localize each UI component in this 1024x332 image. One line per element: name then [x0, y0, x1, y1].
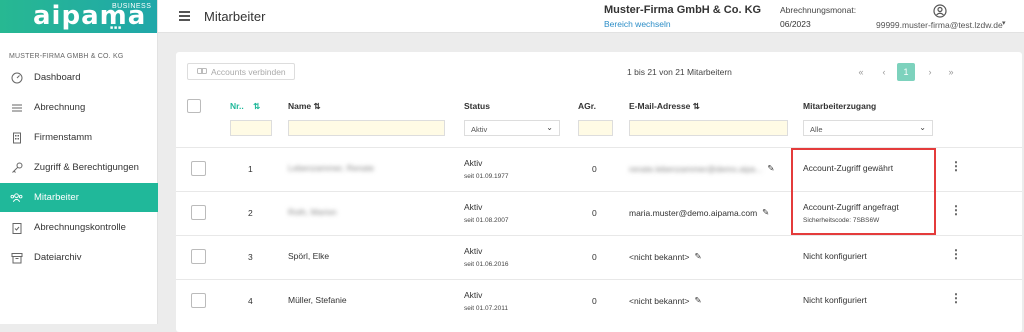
employee-table-card: Accounts verbinden 1 bis 21 von 21 Mitar…	[176, 52, 1022, 332]
sidebar-item-label: Firmenstamm	[34, 132, 93, 143]
company-name: MUSTER-FIRMA GMBH & CO. KG	[9, 53, 124, 60]
sidebar-item-label: Dateiarchiv	[34, 252, 82, 263]
user-email[interactable]: 99999.muster-firma@test.lzdw.de	[876, 20, 1003, 30]
row-agr: 0	[592, 252, 597, 262]
row-status-since: seit 01.06.2016	[464, 261, 509, 268]
building-icon	[10, 131, 23, 144]
filter-email-input[interactable]	[629, 120, 788, 136]
row-email: renate.lebenzammer@demo.aipa... ✎	[629, 163, 775, 174]
key-icon	[10, 161, 23, 174]
billing-month-label: Abrechnungsmonat:	[780, 5, 857, 15]
row-number: 1	[248, 164, 253, 174]
logo[interactable]: aipama BUSINESS ■■■	[0, 0, 157, 33]
list-icon	[10, 101, 23, 114]
filter-agr-input[interactable]	[578, 120, 613, 136]
switch-area-link[interactable]: Bereich wechseln	[604, 19, 671, 29]
logo-dots: ■■■	[110, 25, 123, 31]
filter-nr-input[interactable]	[230, 120, 272, 136]
chevron-down-icon[interactable]: ▾	[1002, 19, 1006, 27]
clipboard-check-icon	[10, 221, 23, 234]
first-page-button[interactable]: «	[852, 63, 870, 81]
select-all-checkbox[interactable]	[187, 99, 201, 113]
sidebar-item-label: Abrechnung	[34, 102, 86, 113]
row-status: Aktiv	[464, 158, 483, 168]
row-agr: 0	[592, 296, 597, 306]
row-checkbox[interactable]	[191, 249, 206, 264]
archive-icon	[10, 251, 23, 264]
row-menu-icon[interactable]: ⋮	[950, 204, 962, 216]
row-access: Nicht konfiguriert	[803, 295, 867, 305]
sidebar-item-firmenstamm[interactable]: Firmenstamm	[0, 123, 158, 152]
table-row[interactable]: 3 Spörl, Elke Aktiv seit 01.06.2016 0 <n…	[176, 235, 1022, 279]
sidebar-item-abrechnung[interactable]: Abrechnung	[0, 93, 158, 122]
billing-month-value: 06/2023	[780, 19, 811, 29]
filter-status-select[interactable]: Aktiv ⌄	[464, 120, 560, 136]
table-row[interactable]: 4 Müller, Stefanie Aktiv seit 01.07.2011…	[176, 279, 1022, 323]
row-access: Nicht konfiguriert	[803, 251, 867, 261]
row-status-since: seit 01.08.2007	[464, 217, 509, 224]
row-name: Müller, Stefanie	[288, 295, 347, 305]
row-status: Aktiv	[464, 202, 483, 212]
row-agr: 0	[592, 164, 597, 174]
row-email: maria.muster@demo.aipama.com ✎	[629, 207, 770, 218]
row-email: <nicht bekannt> ✎	[629, 251, 702, 262]
row-number: 3	[248, 252, 253, 262]
row-name: Roth, Marion	[288, 207, 337, 217]
pencil-icon[interactable]: ✎	[762, 207, 769, 218]
connect-accounts-label: Accounts verbinden	[211, 66, 286, 77]
row-agr: 0	[592, 208, 597, 218]
sidebar-item-label: Abrechnungskontrolle	[34, 222, 126, 233]
row-status-since: seit 01.07.2011	[464, 305, 508, 312]
top-header: Mitarbeiter Muster-Firma GmbH & Co. KG B…	[158, 0, 1024, 33]
next-page-button[interactable]: ›	[921, 63, 939, 81]
sidebar-item-abrechnungskontrolle[interactable]: Abrechnungskontrolle	[0, 213, 158, 242]
row-checkbox[interactable]	[191, 293, 206, 308]
row-number: 4	[248, 296, 253, 306]
column-header-email[interactable]: E-Mail-Adresse ⇅	[629, 101, 700, 112]
sidebar-item-zugriff[interactable]: Zugriff & Berechtigungen	[0, 153, 158, 182]
connect-accounts-button[interactable]: Accounts verbinden	[187, 63, 295, 80]
people-icon	[10, 191, 23, 204]
sidebar-item-dashboard[interactable]: Dashboard	[0, 63, 158, 92]
row-menu-icon[interactable]: ⋮	[950, 292, 962, 304]
row-email: <nicht bekannt> ✎	[629, 295, 702, 306]
speedometer-icon	[10, 71, 23, 84]
row-menu-icon[interactable]: ⋮	[950, 248, 962, 260]
sidebar-item-label: Zugriff & Berechtigungen	[34, 162, 139, 173]
row-number: 2	[248, 208, 253, 218]
column-header-name[interactable]: Name ⇅	[288, 101, 321, 112]
menu-icon[interactable]	[179, 11, 190, 23]
logo-business: BUSINESS	[112, 3, 152, 10]
highlight-box	[791, 148, 936, 235]
filter-access-select[interactable]: Alle ⌄	[803, 120, 933, 136]
pencil-icon[interactable]: ✎	[695, 295, 702, 306]
pencil-icon[interactable]: ✎	[695, 251, 702, 262]
row-checkbox[interactable]	[191, 161, 206, 176]
sidebar-item-label: Mitarbeiter	[34, 192, 79, 203]
row-name: Spörl, Elke	[288, 251, 330, 261]
row-status: Aktiv	[464, 246, 483, 256]
column-header-status: Status	[464, 101, 490, 111]
pencil-icon[interactable]: ✎	[767, 163, 774, 174]
row-menu-icon[interactable]: ⋮	[950, 160, 962, 172]
sidebar-item-label: Dashboard	[34, 72, 81, 83]
current-page-button[interactable]: 1	[897, 63, 915, 81]
row-checkbox[interactable]	[191, 205, 206, 220]
row-status: Aktiv	[464, 290, 483, 300]
page-title: Mitarbeiter	[204, 9, 266, 24]
sidebar-item-dateiarchiv[interactable]: Dateiarchiv	[0, 243, 158, 272]
column-header-access: Mitarbeiterzugang	[803, 101, 877, 111]
column-header-nr[interactable]: Nr.. ⇅	[230, 101, 260, 112]
prev-page-button[interactable]: ‹	[875, 63, 893, 81]
sidebar: aipama BUSINESS ■■■ MUSTER-FIRMA GMBH & …	[0, 0, 158, 324]
link-icon	[197, 67, 207, 77]
row-name: Lebenzammer, Renate	[288, 163, 374, 173]
pagination-info: 1 bis 21 von 21 Mitarbeitern	[627, 67, 732, 77]
firm-name: Muster-Firma GmbH & Co. KG	[604, 4, 762, 16]
sidebar-item-mitarbeiter[interactable]: Mitarbeiter	[0, 183, 158, 212]
filter-name-input[interactable]	[288, 120, 445, 136]
column-header-agr: AGr.	[578, 101, 596, 111]
row-status-since: seit 01.09.1977	[464, 173, 509, 180]
last-page-button[interactable]: »	[942, 63, 960, 81]
